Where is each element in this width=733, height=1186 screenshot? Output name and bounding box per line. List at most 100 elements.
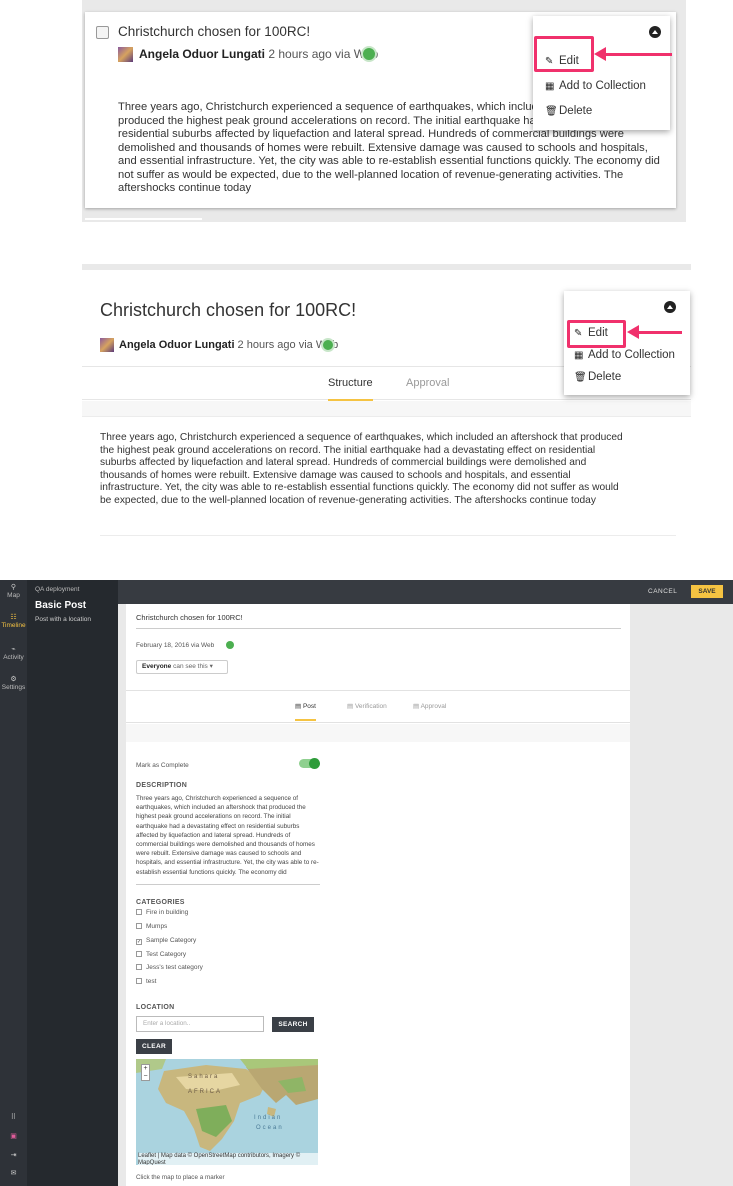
collapse-icon[interactable] — [664, 301, 676, 313]
trash-icon: 🗑 — [545, 106, 558, 117]
author-name[interactable]: Angela Oduor Lungati — [119, 339, 235, 351]
mark-complete-toggle[interactable] — [299, 758, 320, 769]
tab-label: Verification — [354, 703, 387, 710]
map-attribution: Leaflet | Map data © OpenStreetMap contr… — [138, 1153, 318, 1165]
post-edit-form: Christchurch chosen for 100RC! February … — [126, 604, 630, 1186]
description-textarea[interactable]: Three years ago, Christchurch experience… — [136, 794, 320, 885]
nav-map[interactable]: ⚲ Map — [0, 584, 27, 599]
save-button[interactable]: SAVE — [691, 585, 723, 598]
checkbox-icon[interactable] — [136, 923, 142, 929]
activity-icon: ⌁ — [11, 646, 16, 653]
menu-label: Add to Collection — [559, 80, 646, 92]
checkbox-icon[interactable] — [136, 978, 142, 984]
checkbox-icon[interactable] — [136, 909, 142, 915]
clear-button[interactable]: CLEAR — [136, 1039, 172, 1054]
nav-label: Settings — [1, 684, 26, 691]
author-avatar — [100, 338, 114, 352]
category-label: Jess's test category — [146, 964, 203, 971]
post-meta: Angela Oduor Lungati 2 hours ago via Web — [119, 339, 338, 351]
divider — [126, 724, 630, 742]
title-input[interactable]: Christchurch chosen for 100RC! — [136, 613, 621, 629]
category-checkbox[interactable]: Jess's test category — [136, 964, 203, 971]
tab-post[interactable]: ▤ Post — [295, 702, 316, 721]
menu-label: Delete — [588, 371, 622, 383]
nav-label: Timeline — [1, 622, 26, 629]
status-published-icon — [321, 338, 335, 352]
search-button[interactable]: SEARCH — [272, 1017, 314, 1032]
location-input[interactable]: Enter a location.. — [136, 1016, 264, 1032]
description-label: DESCRIPTION — [136, 782, 188, 789]
visibility-dropdown[interactable]: Everyone can see this ▾ — [136, 660, 228, 674]
map-label: Sahara — [188, 1074, 220, 1080]
category-checkbox[interactable]: Test Category — [136, 951, 186, 958]
visibility-text: can see this — [171, 663, 208, 670]
tab-approval[interactable]: Approval — [406, 377, 449, 389]
chevron-down-icon: ▾ — [209, 663, 213, 670]
user-avatar[interactable]: ▣ — [0, 1133, 27, 1141]
category-label: Test Category — [146, 951, 187, 958]
deployment-name[interactable]: QA deployment — [35, 586, 79, 593]
map-label: Indian — [254, 1115, 283, 1121]
survey-subtitle: Post with a location — [35, 616, 92, 623]
mark-complete-label: Mark as Complete — [136, 762, 189, 769]
help-icon[interactable]: ✉ — [0, 1170, 27, 1178]
map-tiles — [136, 1059, 318, 1151]
cancel-button[interactable]: CANCEL — [648, 588, 677, 595]
divider — [100, 535, 676, 536]
category-checkbox[interactable]: test — [136, 978, 156, 985]
nav-settings[interactable]: ⚙ Settings — [0, 676, 27, 691]
location-map[interactable]: Sahara AFRICA Indian Ocean + − Leaflet | … — [136, 1059, 318, 1165]
author-name[interactable]: Angela Oduor Lungati — [139, 47, 265, 61]
tab-approval[interactable]: ▤ Approval — [413, 702, 446, 719]
map-label: AFRICA — [188, 1089, 223, 1095]
survey-title: Basic Post — [35, 600, 87, 611]
nav-timeline[interactable]: ☷ Timeline — [0, 614, 27, 629]
tab-label: Post — [302, 703, 316, 710]
divider — [85, 218, 202, 220]
category-checkbox[interactable]: Fire in building — [136, 909, 188, 916]
category-label: Mumps — [146, 923, 168, 930]
timeline-icon: ☷ — [10, 614, 17, 621]
document-icon: ▤ — [347, 703, 355, 710]
status-published-icon — [226, 641, 234, 649]
menu-item-add-to-collection[interactable]: ▦ Add to Collection — [574, 349, 675, 361]
map-pin-icon: ⚲ — [10, 584, 17, 591]
category-label: test — [146, 978, 157, 985]
category-checkbox[interactable]: Mumps — [136, 923, 167, 930]
tab-verification[interactable]: ▤ Verification — [347, 702, 387, 719]
document-icon: ▤ — [295, 703, 303, 710]
categories-label: CATEGORIES — [136, 899, 185, 906]
edit-highlight — [534, 36, 594, 72]
post-meta: Angela Oduor Lungati 2 hours ago via Web — [139, 47, 378, 61]
checkbox-icon[interactable] — [136, 951, 142, 957]
top-bar: CANCEL SAVE — [118, 580, 733, 604]
collapse-icon[interactable] — [649, 26, 661, 38]
menu-item-add-to-collection[interactable]: ▦ Add to Collection — [545, 80, 646, 92]
logout-icon[interactable]: ⇥ — [0, 1152, 27, 1160]
menu-label: Delete — [559, 105, 593, 117]
visibility-value: Everyone — [142, 663, 172, 670]
post-checkbox[interactable] — [96, 26, 109, 39]
checkbox-checked-icon[interactable]: ✓ — [136, 939, 142, 945]
edit-highlight — [567, 320, 626, 348]
category-checkbox[interactable]: ✓ Sample Category — [136, 937, 196, 945]
post-title[interactable]: Christchurch chosen for 100RC! — [118, 24, 310, 39]
category-label: Sample Category — [146, 937, 197, 944]
menu-item-delete[interactable]: 🗑Delete — [545, 105, 592, 117]
menu-item-delete[interactable]: 🗑Delete — [574, 371, 621, 383]
edit-post-screen: ⚲ Map ☷ Timeline ⌁ Activity ⚙ Settings ⠿ ▣ ⇥… — [0, 580, 733, 1186]
grid-icon: ▦ — [574, 350, 584, 361]
tab-structure[interactable]: Structure — [328, 377, 373, 401]
map-hint: Click the map to place a marker — [136, 1174, 225, 1181]
author-avatar — [118, 47, 133, 62]
main-nav-rail: ⚲ Map ☷ Timeline ⌁ Activity ⚙ Settings ⠿ ▣ ⇥… — [0, 580, 27, 1186]
checkbox-icon[interactable] — [136, 964, 142, 970]
nav-label: Map — [7, 592, 20, 599]
post-detail-panel: Christchurch chosen for 100RC! Angela Od… — [82, 264, 691, 536]
nav-activity[interactable]: ⌁ Activity — [0, 646, 27, 661]
pointer-arrow — [594, 47, 672, 61]
map-zoom-control[interactable]: + − — [141, 1064, 150, 1081]
gear-icon: ⚙ — [10, 676, 17, 683]
pointer-arrow — [627, 325, 682, 339]
collections-icon[interactable]: ⠿ — [0, 1114, 27, 1122]
